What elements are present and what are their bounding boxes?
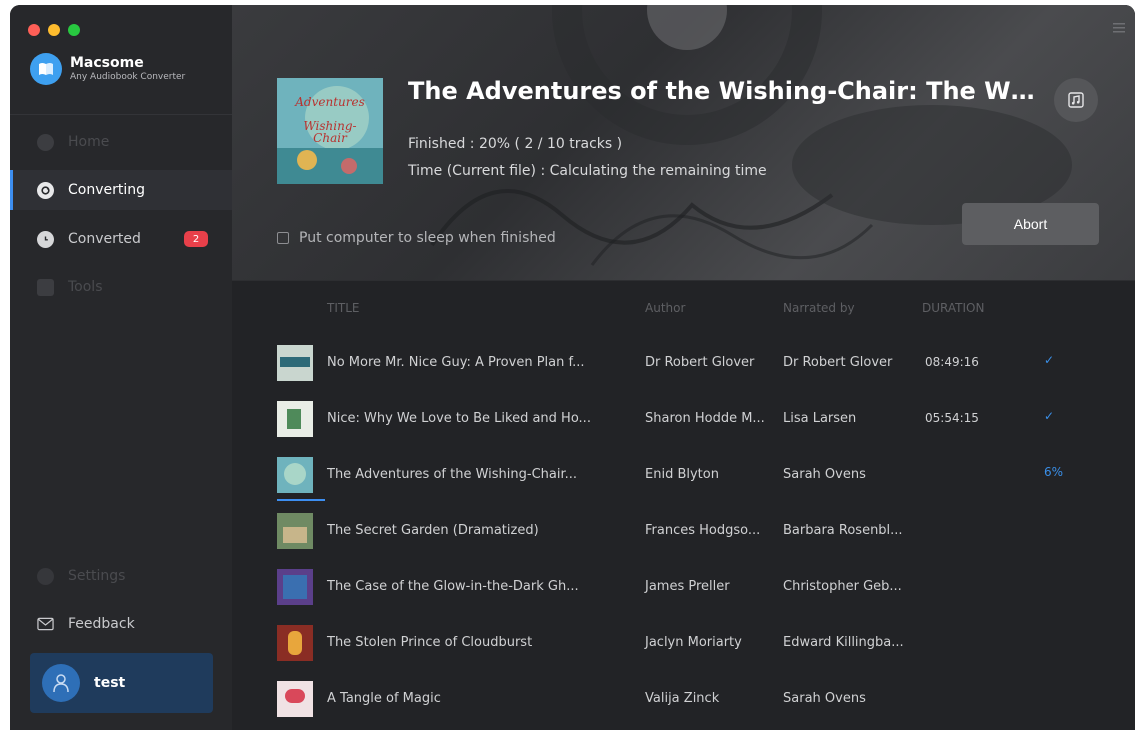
sidebar-item-converting[interactable]: Converting — [10, 170, 232, 210]
table-row[interactable]: No More Mr. Nice Guy: A Proven Plan f...… — [232, 335, 1135, 391]
track-author: Sharon Hodde M... — [645, 411, 765, 426]
track-author: Jaclyn Moriarty — [645, 635, 742, 650]
track-narrator: Sarah Ovens — [783, 467, 866, 482]
sleep-label: Put computer to sleep when finished — [299, 230, 556, 246]
zoom-window-button[interactable] — [68, 24, 80, 36]
track-cover — [277, 513, 313, 549]
clock-icon — [37, 230, 54, 248]
column-title: TITLE — [327, 301, 360, 315]
sidebar-item-label: Settings — [68, 568, 126, 584]
sleep-option[interactable]: Put computer to sleep when finished — [277, 230, 556, 246]
converting-icon — [37, 181, 54, 199]
brand: Macsome Any Audiobook Converter — [30, 53, 185, 85]
track-narrator: Lisa Larsen — [783, 411, 857, 426]
track-cover — [277, 625, 313, 661]
column-author: Author — [645, 301, 686, 315]
gear-icon — [37, 567, 54, 585]
track-cover — [277, 681, 313, 717]
user-name: test — [94, 675, 126, 691]
converted-count-badge: 2 — [184, 231, 208, 247]
mail-icon — [37, 616, 54, 633]
track-cover — [277, 401, 313, 437]
table-row[interactable]: A Tangle of Magic Valija Zinck Sarah Ove… — [232, 671, 1135, 727]
current-book-title: The Adventures of the Wishing-Chair: The… — [408, 77, 1038, 105]
table-row[interactable]: The Secret Garden (Dramatized) Frances H… — [232, 503, 1135, 559]
app-subtitle: Any Audiobook Converter — [70, 72, 186, 82]
track-cover — [277, 457, 313, 493]
sidebar-item-label: Feedback — [68, 616, 135, 632]
table-row[interactable]: Nice: Why We Love to Be Liked and Ho... … — [232, 391, 1135, 447]
done-check-icon: ✓ — [1044, 353, 1055, 367]
track-narrator: Dr Robert Glover — [783, 355, 893, 370]
track-title: The Case of the Glow-in-the-Dark Gh... — [327, 579, 579, 594]
track-title: No More Mr. Nice Guy: A Proven Plan f... — [327, 355, 585, 370]
music-library-button[interactable] — [1054, 78, 1098, 122]
sidebar-item-settings[interactable]: Settings — [10, 556, 232, 596]
svg-text:Chair: Chair — [313, 131, 348, 145]
sidebar-item-home[interactable]: Home — [10, 122, 232, 162]
user-account-card[interactable]: test — [30, 653, 213, 713]
sidebar-item-label: Tools — [68, 279, 103, 295]
sidebar-item-feedback[interactable]: Feedback — [10, 604, 232, 644]
track-author: Dr Robert Glover — [645, 355, 755, 370]
track-author: Valija Zinck — [645, 691, 720, 706]
track-title: The Adventures of the Wishing-Chair... — [327, 467, 578, 482]
conversion-header: Adventures Wishing- Chair The Adventures… — [232, 5, 1135, 280]
track-cover — [277, 345, 313, 381]
main-panel: Adventures Wishing- Chair The Adventures… — [232, 5, 1135, 730]
current-book-cover: Adventures Wishing- Chair — [277, 78, 383, 184]
toolbox-icon — [37, 278, 54, 296]
track-duration: 05:54:15 — [925, 411, 979, 425]
track-title: A Tangle of Magic — [327, 691, 441, 706]
home-icon — [37, 133, 54, 151]
hamburger-menu-icon[interactable] — [1113, 23, 1125, 33]
track-title: The Stolen Prince of Cloudburst — [327, 635, 533, 650]
sleep-checkbox[interactable] — [277, 232, 289, 244]
track-narrator: Edward Killingba... — [783, 635, 904, 650]
column-narrated: Narrated by — [783, 301, 855, 315]
sidebar-item-tools[interactable]: Tools — [10, 267, 232, 307]
sidebar-item-label: Converted — [68, 231, 141, 247]
sidebar-item-label: Converting — [68, 182, 146, 198]
sidebar-item-label: Home — [68, 134, 110, 150]
avatar — [42, 664, 80, 702]
app-window: Macsome Any Audiobook Converter Home Con… — [10, 5, 1135, 730]
track-duration: 08:49:16 — [925, 355, 979, 369]
svg-text:Adventures: Adventures — [294, 95, 365, 109]
track-title: The Secret Garden (Dramatized) — [327, 523, 539, 538]
converting-indicator — [277, 499, 325, 501]
track-narrator: Barbara Rosenbl... — [783, 523, 903, 538]
time-remaining-text: Time (Current file) : Calculating the re… — [408, 163, 767, 179]
track-author: Frances Hodgso... — [645, 523, 761, 538]
window-controls — [28, 24, 80, 36]
music-note-icon — [1068, 92, 1084, 108]
finished-progress-text: Finished : 20% ( 2 / 10 tracks ) — [408, 136, 623, 152]
table-row[interactable]: The Stolen Prince of Cloudburst Jaclyn M… — [232, 615, 1135, 671]
track-narrator: Christopher Geb... — [783, 579, 902, 594]
sidebar: Macsome Any Audiobook Converter Home Con… — [10, 5, 232, 730]
app-logo-icon — [30, 53, 62, 85]
sidebar-divider — [10, 114, 232, 115]
table-header: TITLE Author Narrated by DURATION — [232, 280, 1135, 330]
track-cover — [277, 569, 313, 605]
sidebar-item-converted[interactable]: Converted 2 — [10, 219, 232, 259]
track-narrator: Sarah Ovens — [783, 691, 866, 706]
column-duration: DURATION — [922, 301, 985, 315]
minimize-window-button[interactable] — [48, 24, 60, 36]
table-row[interactable]: The Case of the Glow-in-the-Dark Gh... J… — [232, 559, 1135, 615]
close-window-button[interactable] — [28, 24, 40, 36]
abort-button[interactable]: Abort — [962, 203, 1099, 245]
track-progress-percent: 6% — [1044, 465, 1064, 479]
track-author: Enid Blyton — [645, 467, 719, 482]
table-row[interactable]: The Adventures of the Wishing-Chair... E… — [232, 447, 1135, 503]
app-name: Macsome — [70, 55, 144, 71]
done-check-icon: ✓ — [1044, 409, 1055, 423]
track-author: James Preller — [645, 579, 730, 594]
track-title: Nice: Why We Love to Be Liked and Ho... — [327, 411, 591, 426]
